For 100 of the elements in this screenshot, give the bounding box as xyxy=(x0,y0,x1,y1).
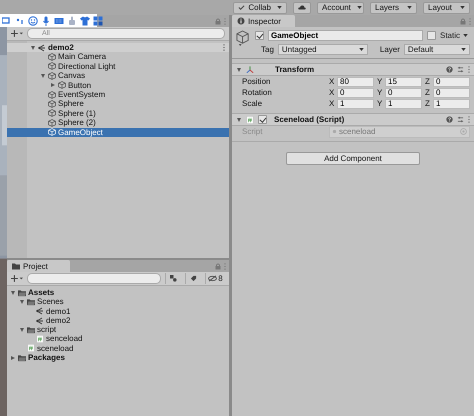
tag-dropdown[interactable]: Untagged xyxy=(278,44,368,55)
keyboard-icon[interactable] xyxy=(54,16,64,26)
number-field[interactable]: 15 xyxy=(385,76,422,86)
inspector-tab[interactable]: Inspector xyxy=(232,15,295,27)
static-checkbox[interactable] xyxy=(426,31,436,40)
project-item[interactable]: senceload xyxy=(7,334,229,344)
folder-icon xyxy=(27,326,35,334)
enabled-checkbox[interactable] xyxy=(258,115,267,124)
project-item[interactable]: Scenes xyxy=(7,297,229,307)
hierarchy-item[interactable]: Sphere (1) xyxy=(7,108,229,118)
component-header[interactable]: Transform xyxy=(232,63,474,76)
property-label: Script xyxy=(242,127,264,136)
fold-arrow-icon[interactable] xyxy=(49,82,56,89)
transform-icon xyxy=(246,66,254,74)
create-icon[interactable] xyxy=(11,30,23,37)
caret-icon xyxy=(460,6,465,9)
fold-arrow-icon[interactable] xyxy=(235,116,242,123)
project-item[interactable]: demo1 xyxy=(7,306,229,316)
number-field[interactable]: 0 xyxy=(337,88,374,98)
cloud-button[interactable] xyxy=(293,2,311,14)
hierarchy-item[interactable]: Sphere (2) xyxy=(7,118,229,128)
smiley-icon[interactable] xyxy=(28,16,38,26)
cube-icon xyxy=(58,81,66,90)
layer-dropdown[interactable]: Default xyxy=(404,44,470,55)
collab-button[interactable]: Collab xyxy=(233,2,287,14)
axis-label[interactable]: Y xyxy=(377,77,383,86)
axis-label[interactable]: X xyxy=(329,77,335,86)
sliders-icon[interactable] xyxy=(457,66,464,73)
axis-label[interactable]: Z xyxy=(425,77,431,86)
project-item[interactable]: script xyxy=(7,325,229,334)
active-checkbox[interactable] xyxy=(255,31,264,40)
hierarchy-item[interactable]: Canvas xyxy=(7,71,229,81)
search-field[interactable] xyxy=(27,273,161,284)
axis-label[interactable]: Z xyxy=(425,88,431,97)
script-dot-icon xyxy=(332,129,337,134)
component-header[interactable]: Sceneload (Script) xyxy=(232,113,474,126)
toolbar-dropdown[interactable]: Layout xyxy=(423,2,470,14)
cube-icon[interactable] xyxy=(236,30,251,47)
toolbar-dropdown[interactable]: Layers xyxy=(370,2,417,14)
shapes-icon xyxy=(170,275,177,282)
grid-icon[interactable] xyxy=(93,16,103,26)
fold-arrow-icon[interactable] xyxy=(18,326,25,334)
hierarchy-item[interactable]: Button xyxy=(7,80,229,90)
project-item[interactable]: demo2 xyxy=(7,316,229,326)
axis-label[interactable]: X xyxy=(329,99,335,108)
shirt-icon[interactable] xyxy=(80,16,90,26)
property-label: Position xyxy=(242,77,272,86)
number-field[interactable]: 0 xyxy=(433,76,470,86)
caret-icon xyxy=(463,34,468,37)
number-field[interactable]: 1 xyxy=(433,98,470,108)
layer-label: Layer xyxy=(380,45,400,54)
scene-icon xyxy=(38,44,46,52)
number-field[interactable]: 80 xyxy=(337,76,374,86)
hierarchy-item[interactable]: Directional Light xyxy=(7,62,229,72)
project-item[interactable]: Packages xyxy=(7,353,229,362)
property-label: Rotation xyxy=(242,88,273,97)
tag-label: Tag xyxy=(261,45,274,54)
fold-arrow-icon[interactable] xyxy=(9,289,16,296)
folder-icon xyxy=(18,354,26,362)
number-field[interactable]: 0 xyxy=(433,88,470,98)
caret-icon xyxy=(461,48,466,51)
hidden-eye-icon xyxy=(208,275,218,282)
fold-arrow-icon[interactable] xyxy=(235,66,242,73)
fold-arrow-icon[interactable] xyxy=(9,354,16,362)
caret-icon xyxy=(358,48,364,51)
number-field[interactable]: 1 xyxy=(337,98,374,108)
axis-label[interactable]: Z xyxy=(425,99,431,108)
number-field[interactable]: 1 xyxy=(385,98,422,108)
number-field[interactable]: 0 xyxy=(385,88,422,98)
project-item[interactable]: Assets xyxy=(7,288,229,298)
axis-label[interactable]: Y xyxy=(377,99,383,108)
name-field[interactable]: GameObject xyxy=(268,30,423,41)
cloud-icon xyxy=(298,4,306,11)
fold-arrow-icon[interactable] xyxy=(29,44,36,52)
fold-arrow-icon[interactable] xyxy=(18,298,25,306)
hierarchy-item[interactable]: GameObject xyxy=(7,128,229,137)
help-icon[interactable] xyxy=(446,66,453,73)
toolbar-dropdown[interactable]: Account xyxy=(317,2,364,14)
help-icon[interactable] xyxy=(446,116,453,123)
screen-icon[interactable] xyxy=(2,16,12,26)
script-icon xyxy=(246,116,254,124)
check-icon xyxy=(238,4,246,11)
fold-arrow-icon[interactable] xyxy=(39,72,46,80)
create-icon[interactable] xyxy=(11,275,23,282)
project-item[interactable]: sceneload xyxy=(7,344,229,354)
add-component-button[interactable]: Add Component xyxy=(286,152,420,165)
sliders-icon[interactable] xyxy=(457,116,464,123)
hierarchy-item[interactable]: EventSystem xyxy=(7,90,229,100)
hidden-packages-button[interactable]: 8 xyxy=(205,273,225,284)
axis-label[interactable]: X xyxy=(329,88,335,97)
hierarchy-item[interactable]: Sphere xyxy=(7,99,229,109)
microphone-icon[interactable] xyxy=(41,16,51,26)
caret-icon xyxy=(356,6,362,9)
axis-label[interactable]: Y xyxy=(377,88,383,97)
property-label: Scale xyxy=(242,99,264,108)
static-dropdown[interactable]: Static xyxy=(440,31,470,40)
hierarchy-item[interactable]: demo2 xyxy=(7,43,229,52)
project-tab[interactable]: Project xyxy=(7,260,70,272)
hierarchy-item[interactable]: Main Camera xyxy=(7,52,229,62)
caret-icon xyxy=(407,6,412,9)
